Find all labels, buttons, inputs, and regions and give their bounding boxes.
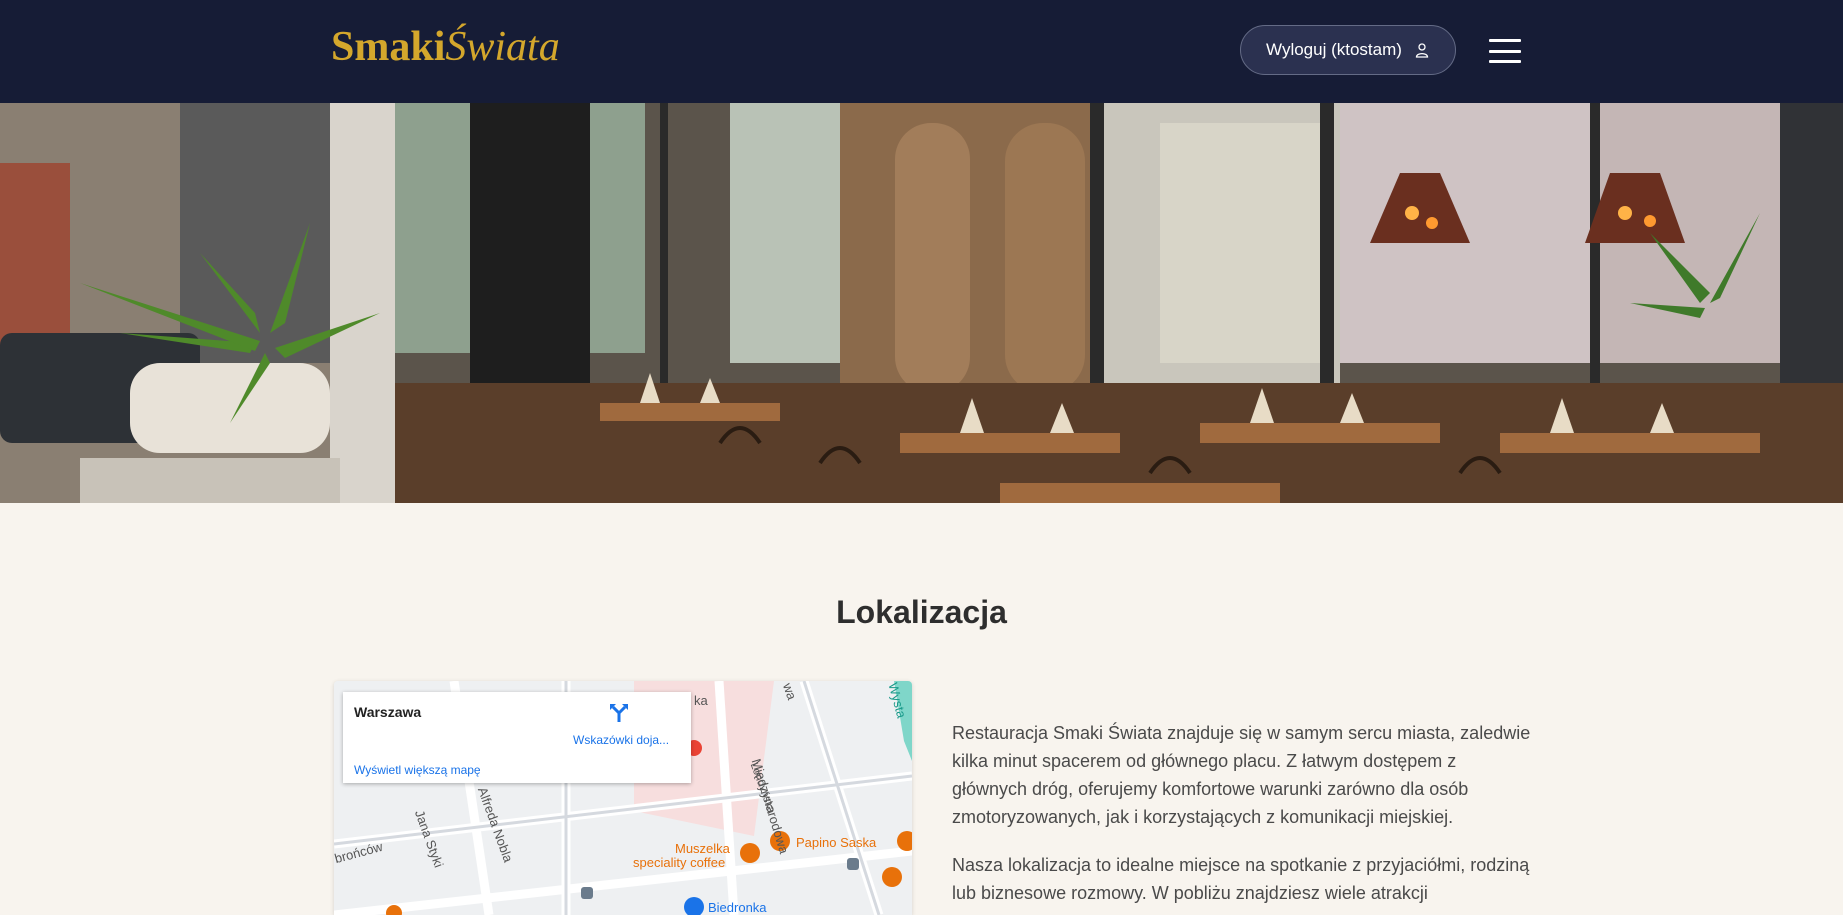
map-bigger-link[interactable]: Wyświetl większą mapę bbox=[354, 763, 481, 777]
location-paragraph-2: Nasza lokalizacja to idealne miejsce na … bbox=[952, 855, 1530, 903]
hamburger-line bbox=[1489, 49, 1521, 53]
location-description-2: Nasza lokalizacja to idealne miejsce na … bbox=[952, 851, 1532, 907]
site-header: SmakiŚwiata Wyloguj (ktostam) bbox=[0, 0, 1843, 103]
hamburger-line bbox=[1489, 60, 1521, 63]
google-map-embed[interactable]: Międzynarodowa Londyńska Alfreda Nobla J… bbox=[334, 681, 912, 915]
logo-text-smaki: Smaki bbox=[331, 24, 446, 70]
section-title-location: Lokalizacja bbox=[836, 594, 1007, 630]
map-info-card: Warszawa Wskazówki doja... Wyświetl więk… bbox=[343, 692, 691, 783]
location-description-1: Restauracja Smaki Świata znajduje się w … bbox=[952, 719, 1532, 831]
user-icon bbox=[1414, 42, 1430, 58]
logo-text-swiata: Świata bbox=[445, 24, 560, 70]
map-poi-label[interactable]: Muszelka bbox=[675, 841, 730, 856]
map-directions-link[interactable]: Wskazówki doja... bbox=[573, 733, 669, 747]
map-street-label: ka bbox=[694, 693, 708, 708]
logout-label: Wyloguj (ktostam) bbox=[1266, 40, 1402, 59]
map-poi-label[interactable]: speciality coffee bbox=[633, 855, 725, 870]
hero-image bbox=[0, 103, 1843, 503]
location-paragraph-1: Restauracja Smaki Świata znajduje się w … bbox=[952, 723, 1531, 827]
map-city-name: Warszawa bbox=[354, 704, 422, 720]
hamburger-menu-button[interactable] bbox=[1489, 36, 1521, 66]
logout-button[interactable]: Wyloguj (ktostam) bbox=[1240, 25, 1456, 75]
directions-icon[interactable] bbox=[609, 703, 629, 723]
site-logo[interactable]: SmakiŚwiata bbox=[331, 22, 560, 72]
map-poi-label[interactable]: Biedronka bbox=[708, 900, 767, 915]
map-poi-label[interactable]: Papino Saska bbox=[796, 835, 876, 850]
hamburger-line bbox=[1489, 39, 1521, 42]
